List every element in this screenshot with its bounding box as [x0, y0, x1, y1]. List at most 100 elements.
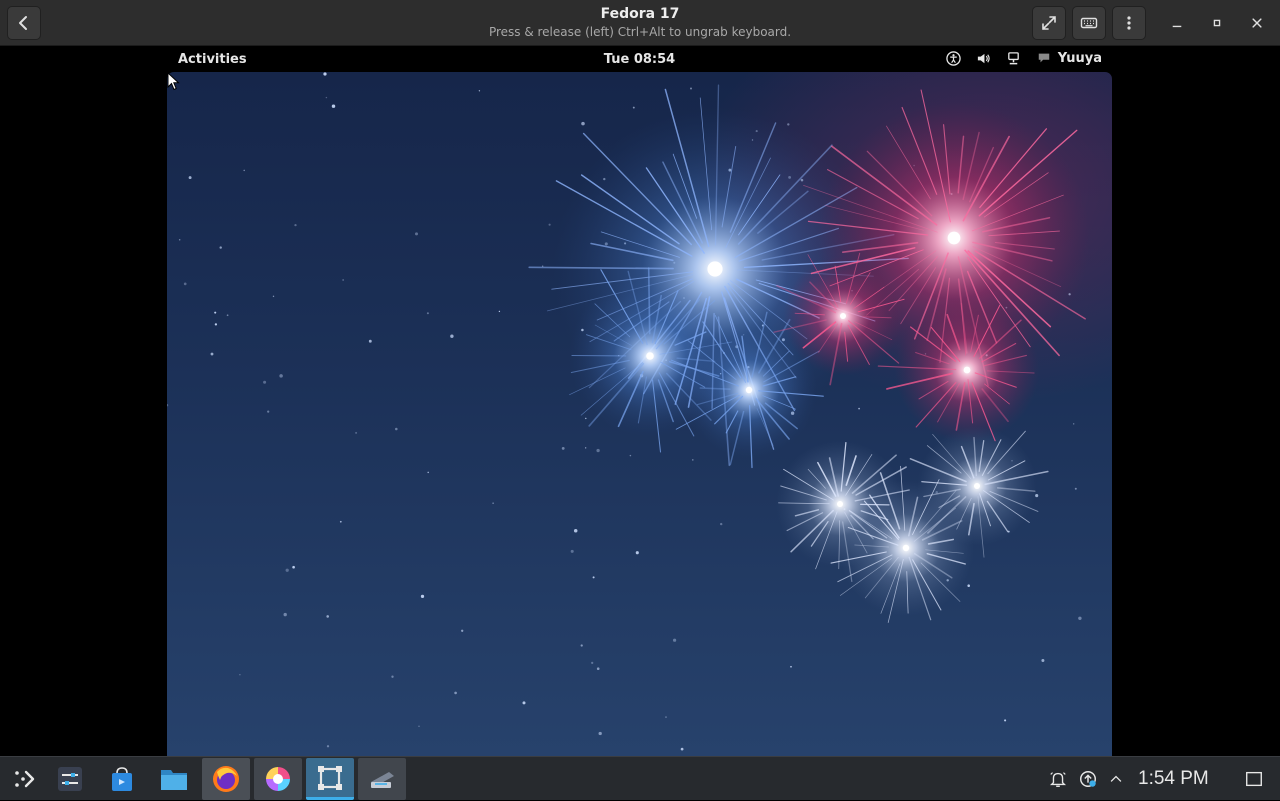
maximize-button[interactable] [1205, 11, 1229, 35]
user-menu[interactable]: Yuuya [1036, 50, 1102, 66]
star-dot [1078, 617, 1081, 620]
maximize-icon [1211, 17, 1223, 29]
guest-status-area: Yuuya [946, 50, 1102, 66]
star-dot [1041, 659, 1044, 662]
star-dot [326, 97, 327, 98]
vm-display[interactable]: Activities Tue 08:54 Yuuya [167, 46, 1112, 756]
star-dot [239, 674, 240, 675]
kolourpaint-icon [263, 764, 293, 794]
kolourpaint-task[interactable] [254, 758, 302, 800]
star-dot [673, 639, 676, 642]
star-dot [1004, 719, 1006, 721]
star-dot [692, 459, 694, 461]
star-dot [571, 550, 574, 553]
star-dot [858, 408, 860, 410]
star-dot [211, 353, 214, 356]
fireworks-artwork [167, 72, 1112, 756]
close-icon [1251, 17, 1263, 29]
discover-launcher[interactable] [98, 758, 146, 800]
star-dot [596, 449, 599, 452]
star-dot [267, 411, 269, 413]
boxes-task[interactable] [306, 758, 354, 800]
star-dot [499, 311, 500, 312]
fullscreen-button[interactable] [1032, 6, 1066, 40]
application-launcher-icon [12, 767, 36, 791]
window-subtitle: Press & release (left) Ctrl+Alt to ungra… [340, 25, 940, 39]
taskbar-panel: 1:54 PM [0, 756, 1280, 800]
panel-clock[interactable]: 1:54 PM [1138, 768, 1209, 790]
star-dot [395, 428, 398, 431]
firefox-task[interactable] [202, 758, 250, 800]
star-dot [286, 569, 289, 572]
star-dot [574, 529, 578, 533]
chat-icon [1036, 50, 1052, 66]
star-dot [450, 335, 453, 338]
star-dot [581, 644, 583, 646]
desktop-wallpaper [167, 72, 1112, 756]
star-dot [562, 447, 565, 450]
star-dot [720, 523, 722, 525]
star-dot [227, 314, 229, 316]
star-dot [326, 615, 329, 618]
expand-tray-icon[interactable] [1105, 768, 1127, 790]
star-dot [323, 72, 326, 75]
system-settings-icon [56, 765, 84, 793]
star-dot [542, 266, 543, 267]
accessibility-icon[interactable] [946, 50, 962, 66]
updates-icon[interactable] [1077, 768, 1099, 790]
show-desktop-icon [1243, 768, 1265, 790]
system-tray [1047, 757, 1127, 801]
back-button[interactable] [7, 6, 41, 40]
star-dot [418, 726, 419, 727]
star-dot [415, 232, 418, 235]
star-dot [292, 566, 295, 569]
star-dot [633, 107, 635, 109]
star-dot [636, 551, 639, 554]
show-desktop-button[interactable] [1243, 757, 1265, 801]
star-dot [220, 246, 222, 248]
notifications-icon[interactable] [1047, 768, 1069, 790]
star-dot [189, 176, 192, 179]
network-icon[interactable] [1006, 50, 1022, 66]
star-dot [167, 404, 168, 406]
scanner-task[interactable] [358, 758, 406, 800]
window-title: Fedora 17 [340, 6, 940, 22]
star-dot [461, 630, 463, 632]
keyboard-icon [1080, 14, 1098, 32]
star-dot [327, 745, 329, 747]
star-dot [369, 340, 372, 343]
star-dot [243, 170, 245, 172]
volume-icon[interactable] [976, 50, 992, 66]
star-dot [681, 748, 684, 751]
star-dot [581, 122, 585, 126]
star-dot [597, 667, 600, 670]
file-manager-icon [159, 765, 189, 793]
star-dot [585, 447, 586, 448]
scanner-icon [367, 764, 397, 794]
file-manager-launcher[interactable] [150, 758, 198, 800]
keyboard-button[interactable] [1072, 6, 1106, 40]
star-dot [340, 521, 342, 523]
star-dot [179, 239, 181, 241]
star-dot [549, 224, 551, 226]
star-dot [215, 323, 217, 325]
star-dot [790, 666, 792, 668]
back-icon [15, 14, 33, 32]
guest-topbar: Activities Tue 08:54 Yuuya [167, 46, 1112, 72]
star-dot [284, 613, 287, 616]
star-dot [184, 283, 187, 286]
application-launcher-button[interactable] [0, 758, 48, 800]
star-dot [427, 312, 429, 314]
star-dot [967, 584, 970, 587]
menu-button[interactable] [1112, 6, 1146, 40]
close-button[interactable] [1245, 11, 1269, 35]
system-settings-launcher[interactable] [46, 758, 94, 800]
star-dot [479, 90, 480, 91]
user-name: Yuuya [1058, 51, 1102, 66]
star-dot [523, 701, 526, 704]
minimize-icon [1171, 17, 1183, 29]
star-dot [355, 432, 357, 434]
star-dot [342, 279, 343, 280]
minimize-button[interactable] [1165, 11, 1189, 35]
star-dot [1073, 423, 1074, 424]
